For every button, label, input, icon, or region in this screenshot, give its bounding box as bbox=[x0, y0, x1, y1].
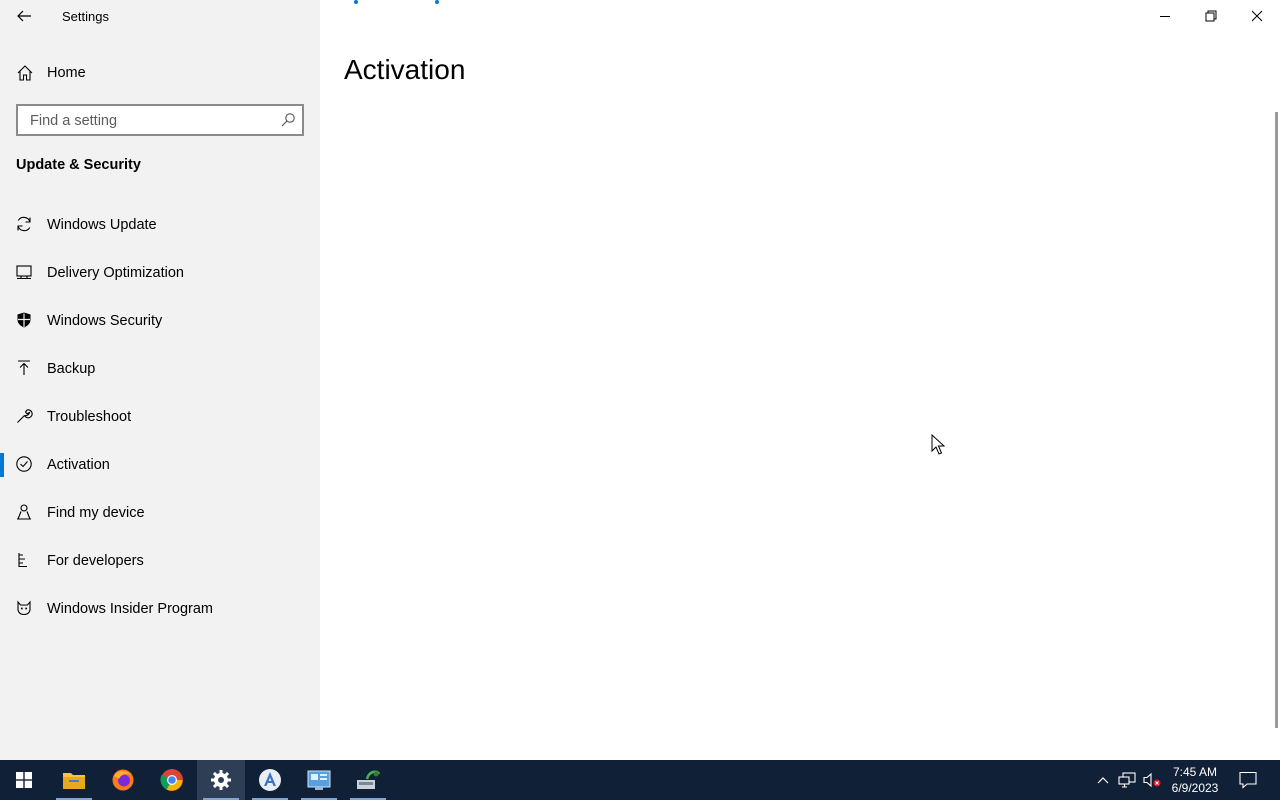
taskbar-clock[interactable]: 7:45 AM 6/9/2023 bbox=[1166, 764, 1224, 796]
selection-indicator bbox=[0, 453, 4, 477]
search-box[interactable] bbox=[16, 104, 304, 136]
taskbar-control-panel[interactable] bbox=[295, 760, 343, 800]
tray-network[interactable] bbox=[1115, 760, 1139, 800]
sidebar-item-find-my-device[interactable]: Find my device bbox=[0, 489, 320, 537]
start-button[interactable] bbox=[0, 760, 48, 800]
wrench-icon bbox=[17, 409, 33, 423]
sidebar: Settings Home Update & Security Windows bbox=[0, 0, 320, 760]
sidebar-item-label: Home bbox=[47, 65, 86, 81]
sidebar-item-label: For developers bbox=[47, 553, 144, 569]
clock-date: 6/9/2023 bbox=[1171, 781, 1219, 795]
sidebar-item-windows-insider-program[interactable]: Windows Insider Program bbox=[0, 585, 320, 633]
sidebar-item-windows-update[interactable]: Windows Update bbox=[0, 201, 320, 249]
taskbar-chrome[interactable] bbox=[148, 760, 196, 800]
app-title: Settings bbox=[62, 9, 109, 24]
windows-start-icon bbox=[16, 772, 32, 788]
back-arrow-icon bbox=[17, 10, 31, 22]
loading-indicator bbox=[354, 0, 444, 6]
restore-button[interactable] bbox=[1188, 0, 1234, 32]
firefox-icon bbox=[112, 769, 134, 791]
taskbar-network-tool[interactable] bbox=[344, 760, 392, 800]
section-title: Update & Security bbox=[16, 157, 141, 173]
taskbar-file-explorer[interactable] bbox=[50, 760, 98, 800]
search-input[interactable] bbox=[28, 110, 272, 132]
minimize-button[interactable] bbox=[1142, 0, 1188, 32]
minimize-icon bbox=[1160, 16, 1170, 17]
sidebar-nav: Windows Update Delivery Optimization Win… bbox=[0, 201, 320, 633]
app-installer-icon bbox=[259, 769, 281, 791]
control-panel-icon bbox=[307, 770, 331, 790]
sidebar-item-for-developers[interactable]: For developers bbox=[0, 537, 320, 585]
sidebar-item-label: Windows Security bbox=[47, 313, 163, 329]
restore-icon bbox=[1205, 10, 1217, 22]
settings-window: Settings Home Update & Security Windows bbox=[0, 0, 1280, 760]
network-icon bbox=[1118, 772, 1136, 788]
volume-muted-icon bbox=[1143, 772, 1161, 788]
developer-tools-icon bbox=[18, 553, 27, 568]
backup-arrow-icon bbox=[18, 360, 30, 375]
scrollbar[interactable] bbox=[1275, 112, 1278, 728]
sidebar-item-activation[interactable]: Activation bbox=[0, 441, 320, 489]
close-button[interactable] bbox=[1234, 0, 1280, 32]
main-content: Activation bbox=[320, 0, 1280, 760]
window-controls bbox=[1142, 0, 1280, 32]
chevron-up-icon bbox=[1097, 777, 1109, 784]
sidebar-item-home[interactable]: Home bbox=[0, 56, 320, 90]
sidebar-item-backup[interactable]: Backup bbox=[0, 345, 320, 393]
taskbar-app-installer[interactable] bbox=[246, 760, 294, 800]
taskbar-firefox[interactable] bbox=[99, 760, 147, 800]
taskbar: 7:45 AM 6/9/2023 bbox=[0, 760, 1280, 800]
chrome-icon bbox=[160, 769, 183, 791]
sidebar-item-label: Find my device bbox=[47, 505, 145, 521]
sidebar-item-label: Backup bbox=[47, 361, 96, 377]
tray-overflow-button[interactable] bbox=[1092, 760, 1114, 800]
action-center-button[interactable] bbox=[1232, 760, 1264, 800]
search-icon[interactable] bbox=[280, 112, 296, 128]
file-explorer-icon bbox=[63, 773, 85, 789]
sync-icon bbox=[17, 216, 31, 232]
home-icon bbox=[17, 65, 33, 81]
sidebar-item-delivery-optimization[interactable]: Delivery Optimization bbox=[0, 249, 320, 297]
sidebar-item-label: Windows Update bbox=[47, 217, 157, 233]
sidebar-item-label: Windows Insider Program bbox=[47, 601, 213, 617]
sidebar-item-label: Troubleshoot bbox=[47, 409, 132, 425]
tray-volume[interactable] bbox=[1140, 760, 1164, 800]
page-title: Activation bbox=[344, 54, 466, 85]
network-tool-icon bbox=[357, 770, 381, 789]
shield-icon bbox=[17, 312, 31, 328]
sidebar-item-troubleshoot[interactable]: Troubleshoot bbox=[0, 393, 320, 441]
clock-time: 7:45 AM bbox=[1172, 765, 1218, 779]
notification-icon bbox=[1239, 771, 1257, 789]
sidebar-item-windows-security[interactable]: Windows Security bbox=[0, 297, 320, 345]
mouse-cursor-icon bbox=[931, 434, 945, 455]
settings-icon bbox=[211, 770, 231, 790]
sidebar-item-label: Activation bbox=[47, 457, 110, 473]
titlebar-left: Settings bbox=[0, 0, 320, 32]
check-circle-icon bbox=[16, 456, 32, 472]
delivery-optimization-icon bbox=[16, 265, 32, 280]
sidebar-item-label: Delivery Optimization bbox=[47, 265, 184, 281]
close-icon bbox=[1251, 10, 1263, 22]
person-location-icon bbox=[17, 504, 31, 520]
taskbar-settings[interactable] bbox=[197, 760, 245, 800]
insider-cat-icon bbox=[17, 600, 31, 616]
back-button[interactable] bbox=[8, 2, 40, 30]
